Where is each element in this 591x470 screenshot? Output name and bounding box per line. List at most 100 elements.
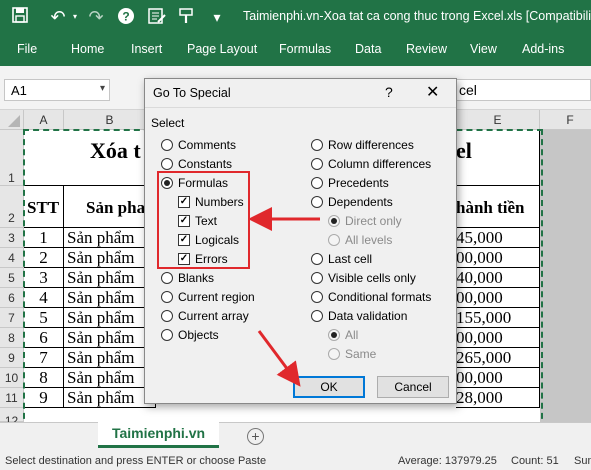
radio-constants[interactable] [161, 158, 173, 170]
radio-comments[interactable] [161, 139, 173, 151]
product-cell[interactable]: Sản phẩm [64, 348, 156, 368]
ok-button[interactable]: OK [293, 376, 365, 398]
row-header-12[interactable]: 12 [0, 408, 24, 422]
name-box[interactable]: A1 ▾ [4, 79, 110, 101]
radio-objects[interactable] [161, 329, 173, 341]
tab-home[interactable]: Home [71, 42, 104, 56]
column-header-e[interactable]: E [456, 110, 540, 130]
name-box-dropdown-icon[interactable]: ▾ [100, 83, 105, 94]
option-row-differences-label: Row differences [328, 138, 414, 152]
go-to-special-dialog: Go To Special ? ✕ Select Comments Consta… [144, 78, 457, 404]
amount-cell[interactable]: 45,000 [456, 228, 540, 248]
add-sheet-icon[interactable]: + [247, 428, 264, 445]
amount-cell[interactable]: 00,000 [456, 368, 540, 388]
radio-last-cell[interactable] [311, 253, 323, 265]
stt-cell[interactable]: 9 [24, 388, 64, 408]
radio-row-differences[interactable] [311, 139, 323, 151]
column-header-f[interactable]: F [540, 110, 591, 130]
tab-view[interactable]: View [470, 42, 497, 56]
stt-cell[interactable]: 6 [24, 328, 64, 348]
product-cell[interactable]: Sản phẩm [64, 388, 156, 408]
amount-cell[interactable]: 155,000 [456, 308, 540, 328]
sheet-tab-active[interactable]: Taimienphi.vn [98, 422, 219, 448]
customize-qat-icon[interactable]: ▾ [206, 7, 228, 27]
stt-cell[interactable]: 8 [24, 368, 64, 388]
amount-cell[interactable]: 28,000 [456, 388, 540, 408]
tab-file[interactable]: File [17, 42, 37, 56]
dialog-title: Go To Special [153, 86, 231, 100]
amount-cell[interactable]: 00,000 [456, 328, 540, 348]
form-icon[interactable] [146, 7, 168, 27]
tab-insert[interactable]: Insert [131, 42, 162, 56]
product-cell[interactable]: Sản phẩm [64, 248, 156, 268]
row-header-8[interactable]: 8 [0, 328, 24, 348]
cancel-button[interactable]: Cancel [377, 376, 449, 398]
row-header-7[interactable]: 7 [0, 308, 24, 328]
radio-column-differences[interactable] [311, 158, 323, 170]
tab-formulas[interactable]: Formulas [279, 42, 331, 56]
column-header-b[interactable]: B [64, 110, 156, 130]
product-cell[interactable]: Sản phẩm [64, 308, 156, 328]
option-dependents-label: Dependents [328, 195, 393, 209]
stt-cell[interactable]: 1 [24, 228, 64, 248]
option-column-differences-label: Column differences [328, 157, 432, 171]
title-cell[interactable]: Xóa t [24, 130, 156, 186]
option-same-label: Same [345, 347, 377, 361]
row-header-5[interactable]: 5 [0, 268, 24, 288]
redo-icon: ↷ [88, 7, 104, 27]
stt-cell[interactable]: 4 [24, 288, 64, 308]
save-icon[interactable] [10, 7, 30, 27]
radio-precedents[interactable] [311, 177, 323, 189]
stt-cell[interactable]: 5 [24, 308, 64, 328]
product-cell[interactable]: Sản phẩm [64, 368, 156, 388]
option-direct-only-label: Direct only [345, 214, 402, 228]
radio-conditional-formats[interactable] [311, 291, 323, 303]
stt-cell[interactable]: 2 [24, 248, 64, 268]
header-stt[interactable]: STT [24, 186, 64, 228]
row-header-4[interactable]: 4 [0, 248, 24, 268]
dialog-close-icon[interactable]: ✕ [426, 82, 439, 102]
amount-cell[interactable]: 265,000 [456, 348, 540, 368]
row-header-11[interactable]: 11 [0, 388, 24, 408]
radio-current-array[interactable] [161, 310, 173, 322]
product-cell[interactable]: Sản phẩm [64, 328, 156, 348]
radio-current-region[interactable] [161, 291, 173, 303]
tab-data[interactable]: Data [355, 42, 381, 56]
radio-blanks[interactable] [161, 272, 173, 284]
row-header-10[interactable]: 10 [0, 368, 24, 388]
product-cell[interactable]: Sản phẩm [64, 288, 156, 308]
tab-page-layout[interactable]: Page Layout [187, 42, 257, 56]
row-header-3[interactable]: 3 [0, 228, 24, 248]
undo-icon[interactable]: ↶ [44, 7, 72, 27]
stt-cell[interactable]: 3 [24, 268, 64, 288]
option-blanks-label: Blanks [178, 271, 215, 285]
radio-data-validation[interactable] [311, 310, 323, 322]
option-current-array-label: Current array [178, 309, 249, 323]
header-amount[interactable]: hành tiền [456, 186, 540, 228]
option-current-region-label: Current region [178, 290, 255, 304]
row-header-2[interactable]: 2 [0, 186, 24, 228]
amount-cell[interactable]: 00,000 [456, 288, 540, 308]
tab-review[interactable]: Review [406, 42, 447, 56]
tab-add-ins[interactable]: Add-ins [522, 42, 564, 56]
amount-cell[interactable]: 00,000 [456, 248, 540, 268]
option-constants-label: Constants [178, 157, 233, 171]
column-header-a[interactable]: A [24, 110, 64, 130]
row-header-9[interactable]: 9 [0, 348, 24, 368]
stt-cell[interactable]: 7 [24, 348, 64, 368]
dialog-help-icon[interactable]: ? [385, 84, 393, 100]
undo-dropdown-icon[interactable]: ▾ [70, 7, 80, 27]
row-header-6[interactable]: 6 [0, 288, 24, 308]
help-circle-icon[interactable]: ? [116, 7, 136, 27]
product-cell[interactable]: Sản phẩm [64, 228, 156, 248]
title-cell-right[interactable]: el [456, 130, 540, 186]
amount-cell[interactable]: 40,000 [456, 268, 540, 288]
formulas-highlight-box [157, 171, 250, 269]
format-painter-icon[interactable] [176, 7, 198, 27]
header-product[interactable]: Sản pha [64, 186, 156, 228]
row-header-1[interactable]: 1 [0, 130, 24, 186]
radio-visible-cells-only[interactable] [311, 272, 323, 284]
radio-dependents[interactable] [311, 196, 323, 208]
select-all-corner[interactable] [0, 110, 24, 130]
product-cell[interactable]: Sản phẩm [64, 268, 156, 288]
